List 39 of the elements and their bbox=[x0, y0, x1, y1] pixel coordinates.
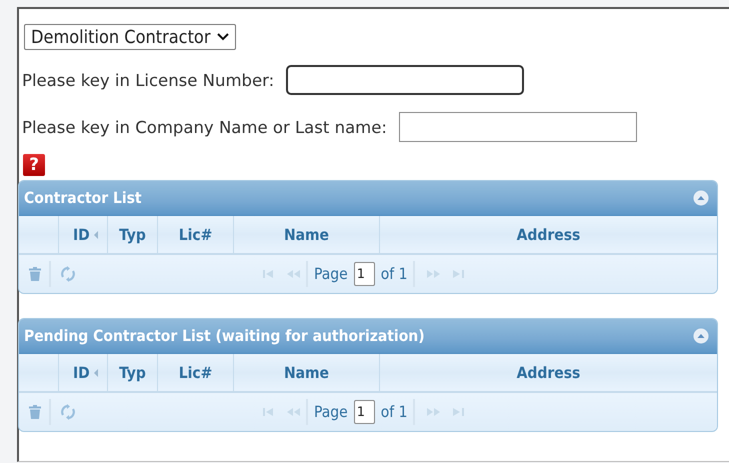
column-header[interactable]: ID bbox=[59, 354, 108, 391]
page-label: Page bbox=[314, 403, 348, 421]
column-header[interactable]: Name bbox=[234, 216, 380, 253]
page-label: Page bbox=[314, 265, 348, 283]
page-count: of 1 bbox=[380, 403, 408, 421]
refresh-icon[interactable] bbox=[61, 404, 75, 420]
column-header[interactable]: Lic# bbox=[158, 216, 234, 253]
help-button[interactable]: ? bbox=[23, 154, 45, 176]
last-page-icon[interactable] bbox=[453, 408, 466, 416]
last-page-icon[interactable] bbox=[453, 270, 466, 278]
collapse-icon[interactable] bbox=[693, 190, 709, 206]
grid-title: Contractor List bbox=[24, 189, 142, 207]
company-name-field[interactable] bbox=[398, 112, 637, 142]
previous-page-icon[interactable] bbox=[286, 270, 300, 278]
contractor-type-dropdown[interactable]: Demolition Contractor bbox=[24, 24, 236, 50]
field-label: Please key in License Number: bbox=[22, 70, 274, 90]
license-number-field[interactable] bbox=[286, 65, 524, 95]
next-page-icon[interactable] bbox=[427, 270, 442, 278]
column-header[interactable]: Address bbox=[380, 216, 717, 253]
column-header[interactable]: Typ bbox=[108, 354, 158, 391]
column-header[interactable]: ID bbox=[59, 216, 108, 253]
grid-title: Pending Contractor List (waiting for authorization) bbox=[24, 327, 425, 345]
column-header[interactable]: Lic# bbox=[158, 354, 234, 391]
next-page-icon[interactable] bbox=[427, 408, 442, 416]
chevron-down-icon bbox=[216, 33, 228, 41]
column-header[interactable]: Typ bbox=[108, 216, 158, 253]
column-header[interactable]: Name bbox=[234, 354, 380, 391]
page-count: of 1 bbox=[380, 265, 408, 283]
first-page-icon[interactable] bbox=[262, 408, 274, 416]
page-number-field[interactable]: 1 bbox=[354, 400, 375, 424]
field-label: Please key in Company Name or Last name: bbox=[22, 118, 387, 136]
refresh-icon[interactable] bbox=[61, 266, 75, 282]
page-number-field[interactable]: 1 bbox=[354, 262, 375, 286]
previous-page-icon[interactable] bbox=[286, 408, 300, 416]
trash-icon[interactable] bbox=[29, 405, 41, 419]
collapse-icon[interactable] bbox=[693, 328, 709, 344]
first-page-icon[interactable] bbox=[262, 270, 274, 278]
trash-icon[interactable] bbox=[29, 267, 41, 281]
column-header[interactable]: Address bbox=[380, 354, 717, 391]
